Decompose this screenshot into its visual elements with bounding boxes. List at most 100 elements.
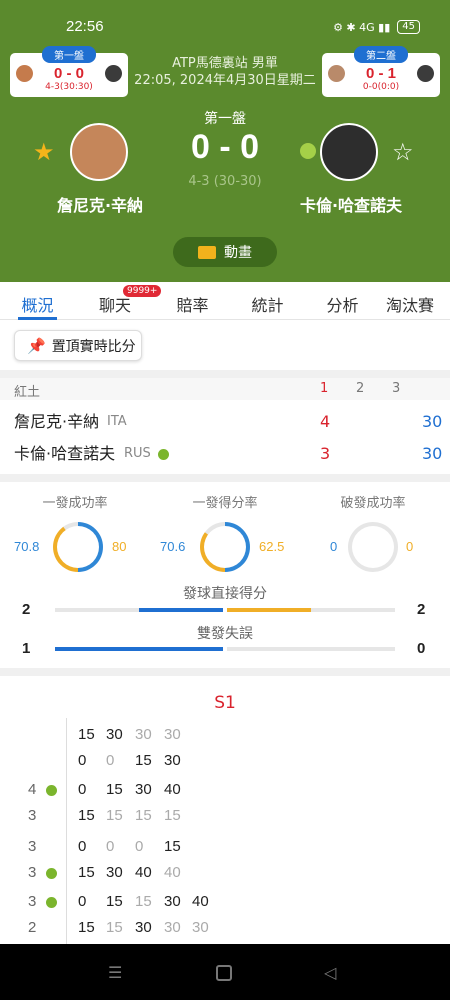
break-pts-ring (348, 522, 398, 572)
player1-name[interactable]: 詹尼克·辛納 (25, 192, 175, 216)
pbp-point: 0 (106, 838, 115, 855)
favorite-star-icon[interactable]: ★ (33, 138, 55, 166)
break-pts-p2: 0 (406, 539, 414, 554)
tab-analysis[interactable]: 分析 (305, 282, 380, 319)
first-serve-pct-p1: 70.8 (14, 539, 40, 554)
scoreboard-header: 紅土 1 2 3 (0, 378, 450, 400)
pbp-row: 4 0 15 30 40 (0, 777, 450, 801)
pin-icon: 📌 (27, 336, 46, 355)
pbp-row: 15 30 30 30 (0, 722, 450, 746)
section-divider (0, 370, 450, 378)
pbp-games: 4 (28, 781, 37, 798)
menu-nav-icon[interactable]: ☰ (108, 963, 122, 982)
match-title: ATP馬德裏站 男單 22:05, 2024年4月30日星期二 (130, 55, 320, 89)
break-pts-label: 破發成功率 (340, 496, 406, 511)
pbp-row: 2 15 15 30 30 30 (0, 915, 450, 939)
tab-odds[interactable]: 賠率 (155, 282, 230, 319)
player2-avatar[interactable] (320, 123, 378, 181)
pbp-point: 30 (135, 781, 152, 798)
player-name: 詹尼克·辛納 (14, 412, 100, 431)
serving-ball-icon (46, 785, 57, 796)
pbp-point: 15 (78, 864, 95, 881)
pin-live-score-button[interactable]: 📌 置頂實時比分 (14, 330, 142, 361)
double-faults-bar-p1 (55, 647, 223, 651)
double-faults-label: 雙發失誤 (197, 626, 253, 642)
pbp-point: 15 (106, 919, 123, 936)
set1-score-card[interactable]: 第一盤 0 - 0 4-3(30:30) (10, 46, 128, 97)
break-pts-p1: 0 (330, 539, 338, 554)
pbp-games: 3 (28, 838, 37, 855)
current-points: 30 (422, 412, 443, 431)
pbp-point: 30 (164, 752, 181, 769)
tab-chat[interactable]: 聊天 9999+ (75, 282, 162, 319)
first-serve-won-label: 一發得分率 (192, 496, 258, 511)
pbp-point: 30 (106, 726, 123, 743)
set-header-1: 1 (320, 381, 329, 396)
pbp-point: 15 (106, 807, 123, 824)
tab-stats[interactable]: 統計 (230, 282, 305, 319)
status-bar: 22:56 ⚙ ✱ 4G ▮▮ 45 (0, 0, 450, 46)
player2-mini-avatar (417, 65, 434, 82)
pbp-point: 0 (78, 781, 87, 798)
pbp-point: 0 (135, 838, 144, 855)
pbp-row: 0 0 15 30 (0, 748, 450, 772)
animation-button[interactable]: 動畫 (173, 237, 277, 267)
tournament-name: ATP馬德裏站 男單 (172, 56, 278, 71)
pbp-point: 0 (78, 752, 87, 769)
player-country: RUS (124, 446, 151, 461)
first-serve-won-p1: 70.6 (160, 539, 186, 554)
battery-icon: 45 (397, 20, 420, 34)
pbp-point: 30 (135, 726, 152, 743)
set-header-2: 2 (356, 381, 365, 396)
set1-sub: 4-3(30:30) (45, 82, 93, 92)
signal-icons: ⚙ ✱ 4G ▮▮ (333, 20, 391, 34)
first-serve-won-p2: 62.5 (259, 539, 285, 554)
serving-ball-icon (300, 143, 316, 159)
back-nav-icon[interactable]: ◁ (324, 963, 336, 982)
pbp-games: 2 (28, 919, 37, 936)
pbp-row: 3 15 15 15 15 (0, 803, 450, 827)
pbp-point: 15 (106, 893, 123, 910)
first-serve-pct-label: 一發成功率 (42, 496, 108, 511)
pbp-point: 15 (106, 781, 123, 798)
aces-p2: 2 (417, 601, 426, 618)
pbp-point: 15 (78, 726, 95, 743)
serving-ball-icon (46, 868, 57, 879)
player2-name[interactable]: 卡倫·哈查諾夫 (276, 192, 426, 216)
double-faults-p1: 1 (22, 640, 31, 657)
pbp-games: 3 (28, 864, 37, 881)
player1-avatar[interactable] (70, 123, 128, 181)
pbp-point: 40 (164, 864, 181, 881)
tab-knockout[interactable]: 淘汰賽 (380, 282, 450, 319)
set2-score-card[interactable]: 第二盤 0 - 1 0-0(0:0) (322, 46, 440, 97)
pbp-point: 30 (164, 893, 181, 910)
pbp-row: 3 15 30 40 40 (0, 860, 450, 884)
section-divider (0, 474, 450, 482)
tab-overview[interactable]: 概況 (0, 282, 75, 320)
pbp-games: 3 (28, 893, 37, 910)
pbp-point: 0 (106, 752, 115, 769)
first-serve-won-ring (200, 522, 250, 572)
serving-ball-icon (158, 449, 169, 460)
pbp-point: 40 (164, 781, 181, 798)
home-nav-icon[interactable] (216, 965, 232, 981)
double-faults-track-p2 (227, 647, 395, 651)
pbp-point: 0 (78, 838, 87, 855)
unfavorite-star-icon[interactable]: ☆ (392, 138, 414, 166)
pbp-point: 30 (164, 919, 181, 936)
tab-bar: 概況 聊天 9999+ 賠率 統計 分析 淘汰賽 (0, 282, 450, 320)
pbp-point: 15 (135, 893, 152, 910)
first-serve-pct-p2: 80 (112, 539, 127, 554)
pbp-point: 15 (135, 807, 152, 824)
set2-sub: 0-0(0:0) (362, 82, 400, 92)
player-name: 卡倫·哈查諾夫 (14, 444, 116, 463)
pbp-point: 15 (164, 807, 181, 824)
aces-p1: 2 (22, 601, 31, 618)
aces-bar-p1 (139, 608, 223, 612)
status-icons: ⚙ ✱ 4G ▮▮ 45 (333, 20, 420, 34)
pbp-point: 40 (135, 864, 152, 881)
set1-games: 3 (320, 444, 331, 463)
set-header-3: 3 (392, 381, 401, 396)
pbp-point: 30 (164, 726, 181, 743)
pbp-row: 3 0 15 15 30 40 (0, 889, 450, 913)
